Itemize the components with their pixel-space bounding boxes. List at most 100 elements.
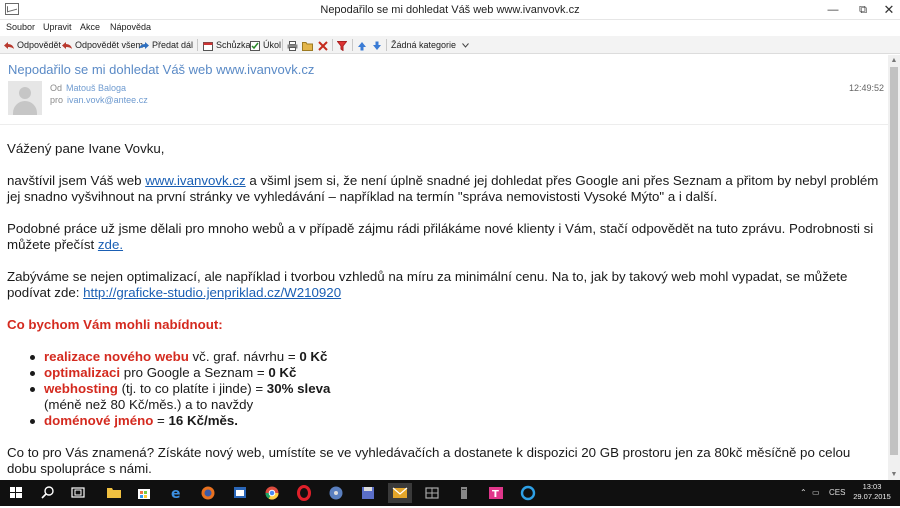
svg-text:e: e <box>171 486 181 502</box>
paragraph-1: navštívil jsem Váš web www.ivanvovk.cz a… <box>7 173 883 205</box>
header-divider <box>0 124 888 125</box>
task-view-button[interactable] <box>66 483 90 503</box>
t-app-icon: T <box>489 487 503 500</box>
toolbar-divider <box>352 39 353 51</box>
arrow-up-icon <box>358 41 366 51</box>
scroll-down-icon[interactable]: ▼ <box>888 469 900 480</box>
start-button[interactable] <box>4 483 28 503</box>
details-link[interactable]: zde. <box>98 237 123 252</box>
recipient-address[interactable]: ivan.vovk@antee.cz <box>67 95 148 105</box>
paragraph-2-text: Podobné práce už jsme dělali pro mnoho w… <box>7 221 874 252</box>
menu-help[interactable]: Nápověda <box>110 22 151 32</box>
search-taskbar-button[interactable] <box>36 483 60 503</box>
store-icon <box>138 489 150 499</box>
move-button[interactable] <box>302 38 316 52</box>
taskbar-clock[interactable]: 13:03 29.07.2015 <box>852 482 892 502</box>
toolbar-divider <box>386 39 387 51</box>
app-taskbar-button[interactable] <box>420 483 444 503</box>
print-button[interactable] <box>287 38 301 52</box>
scroll-up-icon[interactable]: ▲ <box>888 55 900 66</box>
firefox-taskbar-button[interactable] <box>196 483 220 503</box>
received-time: 12:49:52 <box>848 83 884 93</box>
menu-edit[interactable]: Upravit <box>43 22 72 32</box>
offer-desc: (tj. to co platíte i jinde) = <box>117 381 267 396</box>
offer-name: webhosting <box>44 381 118 396</box>
input-language[interactable]: CES <box>829 488 845 497</box>
sender-name[interactable]: Matouš Baloga <box>66 83 126 93</box>
app-taskbar-button[interactable] <box>516 483 540 503</box>
sender-avatar <box>8 81 42 115</box>
clock-time: 13:03 <box>862 482 882 491</box>
paragraph-1-text-a: navštívil jsem Váš web <box>7 173 146 188</box>
tower-app-icon <box>461 487 467 499</box>
offer-item: doménové jméno = 16 Kč/měs. <box>27 413 883 429</box>
network-icon[interactable]: ▭ <box>812 488 820 497</box>
previous-message-button[interactable] <box>357 38 370 52</box>
reply-all-icon <box>62 42 72 50</box>
task-view-icon <box>71 487 85 498</box>
menu-bar: Soubor Upravit Akce Nápověda <box>0 20 900 36</box>
menu-file[interactable]: Soubor <box>6 22 35 32</box>
paragraph-2: Podobné práce už jsme dělali pro mnoho w… <box>7 221 883 253</box>
arrow-down-icon <box>373 41 381 50</box>
offer-price: 30% sleva <box>266 381 331 396</box>
edge-icon: e <box>171 486 181 502</box>
app-taskbar-button[interactable] <box>452 483 476 503</box>
offer-item: realizace nového webu vč. graf. návrhu =… <box>27 349 883 365</box>
forward-icon <box>139 42 149 50</box>
offer-heading: Co bychom Vám mohli nabídnout: <box>7 317 223 332</box>
tray-up-arrow-icon[interactable]: ⌃ <box>800 488 807 497</box>
save-app-taskbar-button[interactable] <box>356 483 380 503</box>
window-title: Nepodařilo se mi dohledat Váš web www.iv… <box>320 4 580 16</box>
offer-name: realizace nového webu <box>44 349 189 364</box>
chrome-taskbar-button[interactable] <box>260 483 284 503</box>
from-row: Od Matouš Baloga <box>50 83 126 93</box>
mail-window: Nepodařilo se mi dohledat Váš web www.iv… <box>0 0 900 480</box>
reply-button[interactable]: Odpovědět <box>4 38 61 52</box>
task-button[interactable]: Úkol <box>250 38 281 52</box>
next-message-button[interactable] <box>372 38 385 52</box>
edge-taskbar-button[interactable]: e <box>164 483 188 503</box>
store-taskbar-button[interactable] <box>132 483 156 503</box>
meeting-button[interactable]: Schůzka <box>203 38 251 52</box>
menu-actions[interactable]: Akce <box>80 22 100 32</box>
c-app-icon <box>520 485 536 501</box>
reply-all-label: Odpovědět všem <box>75 40 144 50</box>
reply-label: Odpovědět <box>17 40 62 50</box>
offer-item: webhosting (tj. to co platíte i jinde) =… <box>27 381 883 413</box>
filter-icon <box>337 40 347 51</box>
opera-taskbar-button[interactable] <box>292 483 316 503</box>
toolbar-divider <box>197 39 198 51</box>
scroll-thumb[interactable] <box>890 67 898 455</box>
vertical-scrollbar[interactable]: ▲ ▼ <box>888 55 900 480</box>
forward-button[interactable]: Předat dál <box>139 38 193 52</box>
flag-button[interactable] <box>337 38 350 52</box>
media-taskbar-button[interactable] <box>324 483 348 503</box>
reply-all-button[interactable]: Odpovědět všem <box>62 38 143 52</box>
minimize-button[interactable]: — <box>820 0 846 20</box>
offer-desc: vč. graf. návrhu = <box>188 349 300 364</box>
calendar-icon <box>203 41 213 51</box>
offer-price: 0 Kč <box>299 349 328 364</box>
offer-price: 16 Kč/měs. <box>168 413 238 428</box>
avatar-body <box>13 101 37 115</box>
close-button[interactable]: ✕ <box>876 0 900 20</box>
to-row: pro ivan.vovk@antee.cz <box>50 95 148 105</box>
title-bar: Nepodařilo se mi dohledat Váš web www.iv… <box>0 0 900 20</box>
category-dropdown[interactable]: Žádná kategorie <box>391 38 472 52</box>
media-icon <box>329 486 343 500</box>
restore-button[interactable]: ⧉ <box>850 0 876 20</box>
toolbar: Odpovědět Odpovědět všem Předat dál Schů… <box>0 36 900 54</box>
offer-price: 0 Kč <box>268 365 297 380</box>
printer-icon <box>287 40 298 51</box>
app-taskbar-button[interactable] <box>228 483 252 503</box>
website-link[interactable]: www.ivanvovk.cz <box>145 173 246 188</box>
offer-extra: (méně než 80 Kč/měs.) a to navždy <box>44 397 254 412</box>
delete-button[interactable] <box>318 38 331 52</box>
folder-icon <box>107 488 121 498</box>
example-link[interactable]: http://graficke-studio.jenpriklad.cz/W21… <box>83 285 341 300</box>
mail-taskbar-button[interactable] <box>388 483 412 503</box>
paragraph-3: Zabýváme se nejen optimalizací, ale např… <box>7 269 883 301</box>
app-taskbar-button[interactable]: T <box>484 483 508 503</box>
explorer-taskbar-button[interactable] <box>102 483 126 503</box>
